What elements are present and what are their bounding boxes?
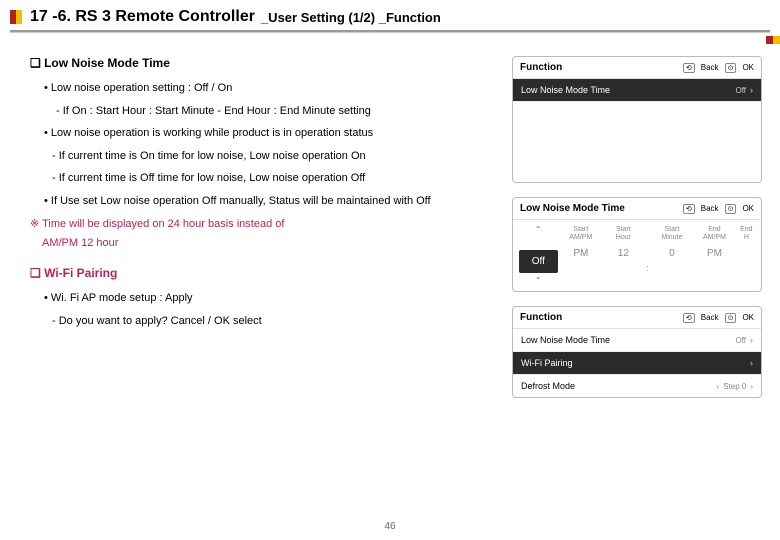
panel-title: Function xyxy=(520,62,562,73)
device-panel-function-2: Function ⟲ Back ⊙ OK Low Noise Mode Time O… xyxy=(512,306,762,398)
text: • Wi. Fi AP mode setup : Apply xyxy=(44,290,193,307)
ok-icon: ⊙ xyxy=(725,204,737,214)
ok-label: OK xyxy=(742,313,754,322)
note-line: AM/PM 12 hour xyxy=(42,234,494,253)
device-panel-time: Low Noise Mode Time ⟲ Back ⊙ OK ⌃ Off ⌄ St… xyxy=(512,197,762,292)
bullet-line: - Do you want to apply? Cancel / OK sele… xyxy=(52,313,494,330)
chevron-right-icon[interactable]: › xyxy=(750,382,753,391)
panel-row-selected[interactable]: Wi-Fi Pairing › xyxy=(513,352,761,375)
chevron-left-icon[interactable]: ‹ xyxy=(717,382,720,391)
bullet-line: - If current time is On time for low noi… xyxy=(52,148,494,165)
back-label: Back xyxy=(701,63,719,72)
panel-header-actions: ⟲ Back ⊙ OK xyxy=(683,204,754,214)
col-value: 12 xyxy=(602,242,645,265)
side-marker-icon xyxy=(766,36,780,44)
chevron-up-icon[interactable]: ⌃ xyxy=(517,226,560,234)
right-column: Function ⟲ Back ⊙ OK Low Noise Mode Time O… xyxy=(512,56,762,398)
chevron-right-icon: › xyxy=(750,335,753,345)
time-col-end-ampm[interactable]: EndAM/PM PM xyxy=(693,226,736,281)
time-col-start-hour[interactable]: StartHour 12 xyxy=(602,226,645,281)
bullet-line: • Low noise operation setting : Off / On xyxy=(44,80,494,97)
row-label: Defrost Mode xyxy=(521,381,575,391)
bullet-line: - If On : Start Hour : Start Minute - En… xyxy=(56,103,494,120)
ok-icon: ⊙ xyxy=(725,63,737,73)
row-value: Off xyxy=(735,336,746,345)
time-col-end-hour-cut[interactable]: EndH xyxy=(736,226,757,281)
time-col-start-ampm[interactable]: StartAM/PM PM xyxy=(560,226,603,281)
note-text: ※ Time will be displayed on 24 hour basi… xyxy=(30,215,494,252)
panel-header-actions: ⟲ Back ⊙ OK xyxy=(683,313,754,323)
panel-header: Function ⟲ Back ⊙ OK xyxy=(513,57,761,79)
text: - If On : Start Hour : Start Minute - En… xyxy=(56,103,371,120)
panel-empty-body xyxy=(513,102,761,182)
text: • Low noise operation is working while p… xyxy=(44,125,373,142)
back-icon: ⟲ xyxy=(683,313,695,323)
col-lab2: Minute xyxy=(651,234,694,242)
col-lab2: H xyxy=(736,234,757,242)
time-col-onoff[interactable]: ⌃ Off ⌄ xyxy=(517,226,560,281)
page-title-sub: _User Setting (1/2) _Function xyxy=(261,10,441,25)
panel-header: Low Noise Mode Time ⟲ Back ⊙ OK xyxy=(513,198,761,220)
panel-header-actions: ⟲ Back ⊙ OK xyxy=(683,63,754,73)
bullet-line: • Wi. Fi AP mode setup : Apply xyxy=(44,290,494,307)
page-number: 46 xyxy=(0,521,780,532)
chevron-right-icon: › xyxy=(750,85,753,95)
row-label: Low Noise Mode Time xyxy=(521,335,610,345)
page-title-main: 17 -6. RS 3 Remote Controller xyxy=(30,8,255,26)
chevron-right-icon: › xyxy=(750,358,753,368)
text: - Do you want to apply? Cancel / OK sele… xyxy=(52,313,262,330)
bullet-line: - If current time is Off time for low no… xyxy=(52,170,494,187)
row-value: Step 0 xyxy=(723,382,746,391)
left-column: ❑ Low Noise Mode Time • Low noise operat… xyxy=(30,56,494,398)
back-label: Back xyxy=(701,313,719,322)
section-title-wifi: ❑ Wi-Fi Pairing xyxy=(30,266,494,280)
row-value: Off xyxy=(735,86,746,95)
back-label: Back xyxy=(701,204,719,213)
device-panel-function-1: Function ⟲ Back ⊙ OK Low Noise Mode Time O… xyxy=(512,56,762,183)
content-area: ❑ Low Noise Mode Time • Low noise operat… xyxy=(0,32,780,398)
col-value: 0 xyxy=(651,242,694,265)
col-lab1: Start xyxy=(560,226,603,234)
text: • Low noise operation setting : Off / On xyxy=(44,80,232,97)
ok-label: OK xyxy=(742,63,754,72)
panel-row[interactable]: Defrost Mode ‹ Step 0 › xyxy=(513,375,761,397)
title-marker-icon xyxy=(10,10,22,24)
panel-title: Function xyxy=(520,312,562,323)
col-lab2: AM/PM xyxy=(693,234,736,242)
chevron-down-icon[interactable]: ⌄ xyxy=(517,273,560,281)
row-label: Low Noise Mode Time xyxy=(521,85,610,95)
time-columns: ⌃ Off ⌄ StartAM/PM PM StartHour 12 : Sta… xyxy=(513,220,761,291)
onoff-value: Off xyxy=(519,250,558,273)
note-line: ※ Time will be displayed on 24 hour basi… xyxy=(30,215,494,234)
col-lab1: Start xyxy=(602,226,645,234)
panel-title: Low Noise Mode Time xyxy=(520,203,625,214)
col-lab2: AM/PM xyxy=(560,234,603,242)
section-title-low-noise: ❑ Low Noise Mode Time xyxy=(30,56,494,70)
back-icon: ⟲ xyxy=(683,63,695,73)
col-value: PM xyxy=(693,242,736,265)
col-lab1: End xyxy=(736,226,757,234)
panel-row-selected[interactable]: Low Noise Mode Time Off › xyxy=(513,79,761,102)
bullet-line: • If Use set Low noise operation Off man… xyxy=(44,193,494,210)
text: - If current time is On time for low noi… xyxy=(52,148,366,165)
text: • If Use set Low noise operation Off man… xyxy=(44,193,431,210)
title-bar: 17 -6. RS 3 Remote Controller _User Sett… xyxy=(0,0,780,30)
ok-label: OK xyxy=(742,204,754,213)
text: - If current time is Off time for low no… xyxy=(52,170,365,187)
panel-header: Function ⟲ Back ⊙ OK xyxy=(513,307,761,329)
back-icon: ⟲ xyxy=(683,204,695,214)
col-lab1: Start xyxy=(651,226,694,234)
col-lab1: End xyxy=(693,226,736,234)
bullet-line: • Low noise operation is working while p… xyxy=(44,125,494,142)
row-label: Wi-Fi Pairing xyxy=(521,358,573,368)
col-lab2: Hour xyxy=(602,234,645,242)
time-col-start-minute[interactable]: StartMinute 0 xyxy=(651,226,694,281)
col-value: PM xyxy=(560,242,603,265)
panel-row[interactable]: Low Noise Mode Time Off › xyxy=(513,329,761,352)
ok-icon: ⊙ xyxy=(725,313,737,323)
